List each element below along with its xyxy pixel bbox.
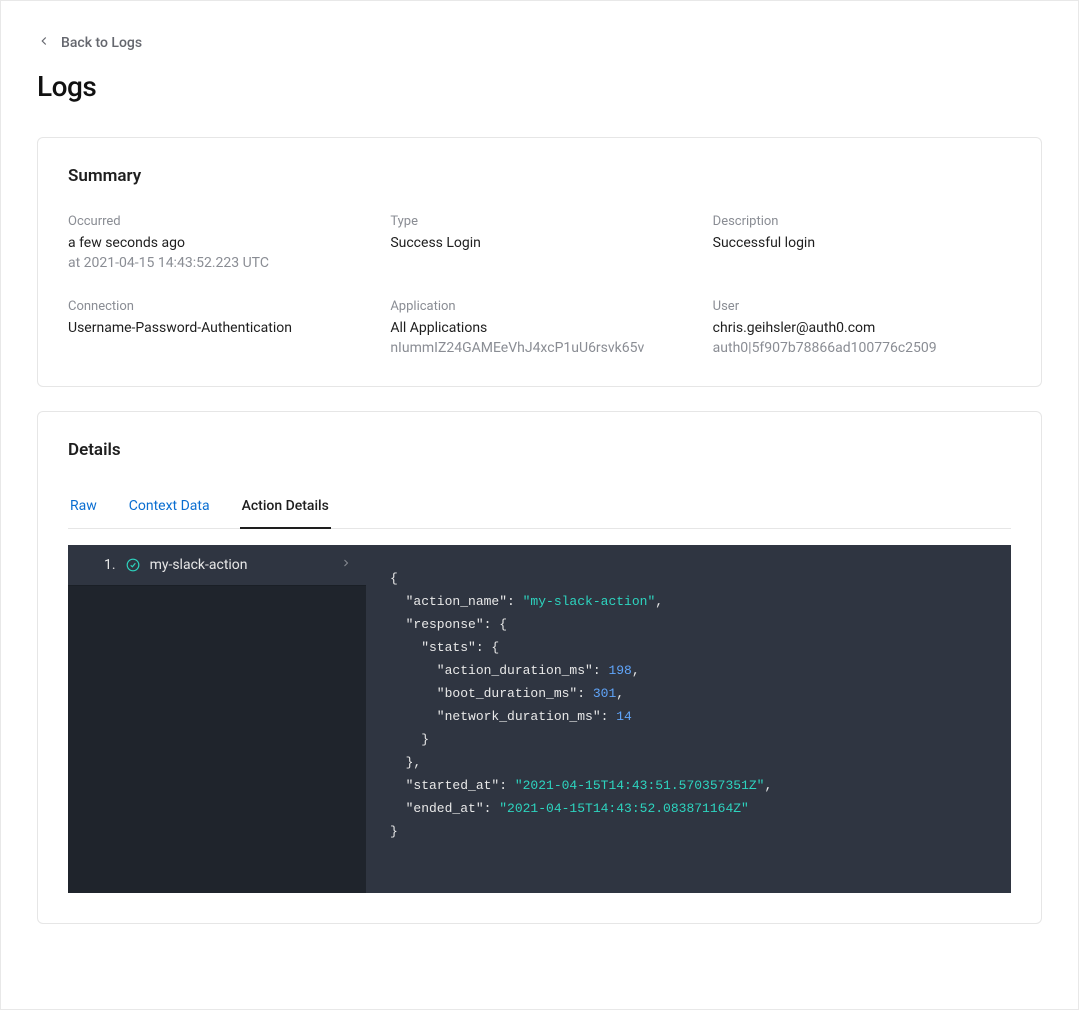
field-subvalue: nIummIZ24GAMEeVhJ4xcP1uU6rsvk65v bbox=[390, 340, 688, 356]
field-value: Successful login bbox=[713, 235, 1011, 251]
summary-type: Type Success Login bbox=[390, 214, 688, 271]
action-list: 1. my-slack-action bbox=[68, 545, 366, 893]
field-label: Type bbox=[390, 214, 688, 229]
field-value: chris.geihsler@auth0.com bbox=[713, 320, 1011, 336]
summary-description: Description Successful login bbox=[713, 214, 1011, 271]
arrow-left-icon bbox=[37, 34, 51, 52]
field-value: a few seconds ago bbox=[68, 235, 366, 251]
field-value: Success Login bbox=[390, 235, 688, 251]
details-heading: Details bbox=[68, 440, 1011, 460]
summary-occurred: Occurred a few seconds ago at 2021-04-15… bbox=[68, 214, 366, 271]
summary-heading: Summary bbox=[68, 166, 1011, 186]
field-label: Application bbox=[390, 299, 688, 314]
summary-connection: Connection Username-Password-Authenticat… bbox=[68, 299, 366, 356]
page-title: Logs bbox=[37, 70, 1042, 103]
back-label: Back to Logs bbox=[61, 35, 142, 51]
tab-action-details[interactable]: Action Details bbox=[240, 488, 331, 528]
field-subvalue: auth0|5f907b78866ad100776c2509 bbox=[713, 340, 1011, 356]
field-label: User bbox=[713, 299, 1011, 314]
field-subvalue: at 2021-04-15 14:43:52.223 UTC bbox=[68, 255, 366, 271]
summary-user: User chris.geihsler@auth0.com auth0|5f90… bbox=[713, 299, 1011, 356]
details-card: Details Raw Context Data Action Details … bbox=[37, 411, 1042, 924]
field-label: Occurred bbox=[68, 214, 366, 229]
field-label: Description bbox=[713, 214, 1011, 229]
action-list-item[interactable]: 1. my-slack-action bbox=[68, 545, 366, 586]
tab-raw[interactable]: Raw bbox=[68, 488, 99, 528]
check-circle-icon bbox=[126, 558, 140, 572]
summary-application: Application All Applications nIummIZ24GA… bbox=[390, 299, 688, 356]
details-tabs: Raw Context Data Action Details bbox=[68, 488, 1011, 529]
summary-card: Summary Occurred a few seconds ago at 20… bbox=[37, 137, 1042, 387]
chevron-right-icon bbox=[340, 557, 352, 573]
field-value: Username-Password-Authentication bbox=[68, 320, 366, 336]
action-index: 1. bbox=[104, 557, 116, 573]
back-to-logs-link[interactable]: Back to Logs bbox=[37, 34, 142, 52]
action-json-view: { "action_name": "my-slack-action", "res… bbox=[366, 545, 1011, 893]
field-label: Connection bbox=[68, 299, 366, 314]
action-name: my-slack-action bbox=[150, 557, 330, 573]
field-value: All Applications bbox=[390, 320, 688, 336]
tab-context-data[interactable]: Context Data bbox=[127, 488, 212, 528]
